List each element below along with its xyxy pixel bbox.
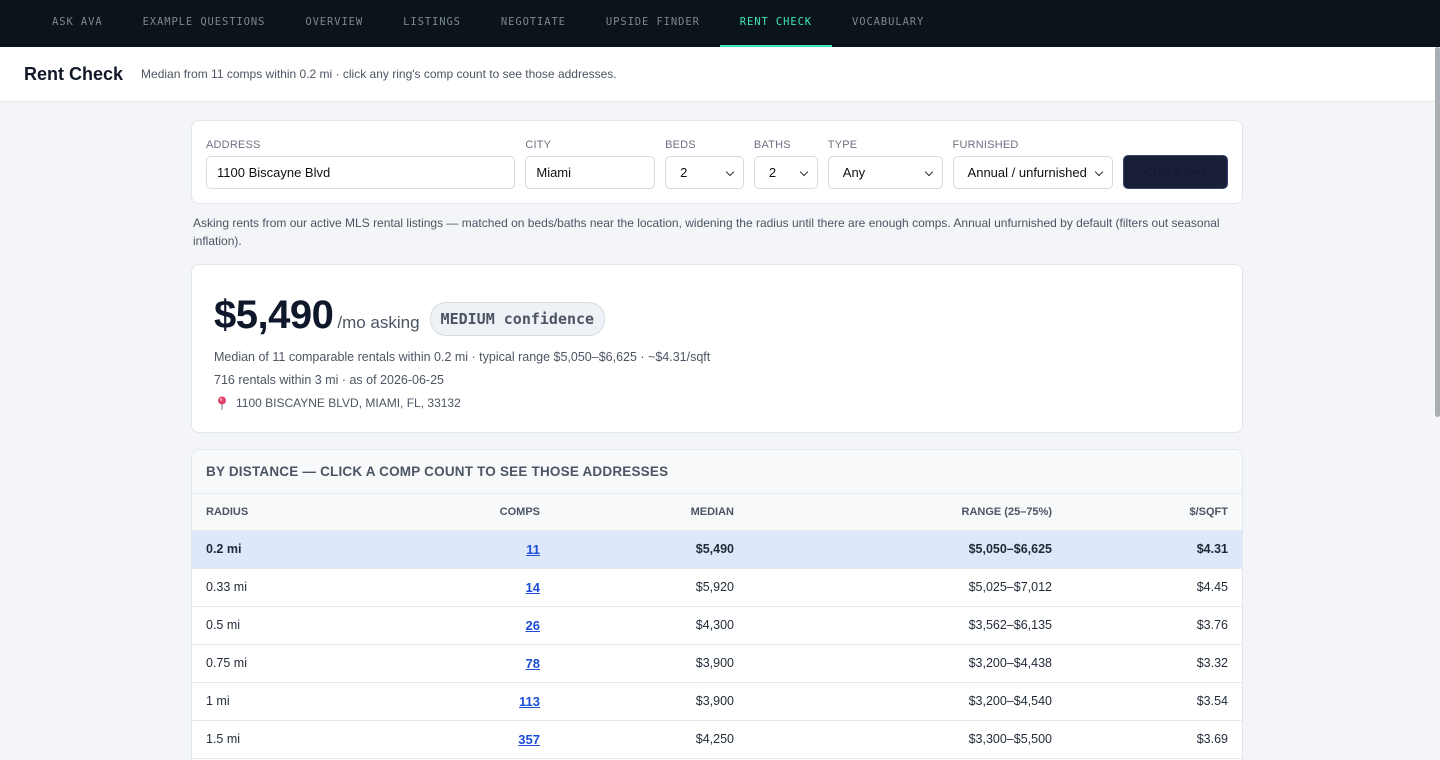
comps-count-link[interactable]: 357 — [518, 732, 540, 747]
tab-rent-check[interactable]: RENT CHECK — [719, 0, 833, 47]
range-cell: $3,562–$6,135 — [748, 606, 1066, 645]
table-row: 0.33 mi 14 $5,920 $5,025–$7,012 $4.45 — [192, 568, 1242, 607]
radius-cell: 0.5 mi — [192, 606, 392, 645]
col-median-header: MEDIAN — [554, 494, 748, 531]
tab-negotiate[interactable]: NEGOTIATE — [481, 0, 586, 44]
city-input[interactable]: Miami — [525, 156, 656, 189]
median-cell: $5,920 — [554, 568, 748, 607]
result-inventory: 716 rentals within 3 mi · as of 2026-06-… — [214, 373, 444, 387]
beds-label: BEDS — [665, 139, 696, 151]
col-range-header: RANGE (25–75%) — [748, 494, 1066, 531]
comps-count-link[interactable]: 26 — [526, 618, 540, 633]
comps-count-link[interactable]: 11 — [526, 542, 540, 557]
range-cell: $3,200–$4,438 — [748, 644, 1066, 683]
address-field-group: ADDRESS 1100 Biscayne Blvd — [206, 139, 516, 189]
rent-check-form: ADDRESS 1100 Biscayne Blvd CITY Miami BE… — [191, 120, 1243, 204]
range-cell: $5,025–$7,012 — [748, 568, 1066, 607]
furnished-field-group: FURNISHED Annual / unfurnished — [952, 139, 1114, 189]
comps-cell: 78 — [392, 644, 554, 683]
comps-count-link[interactable]: 14 — [526, 580, 540, 595]
median-cell: $4,300 — [554, 606, 748, 645]
page-scrollbar[interactable] — [1435, 47, 1440, 417]
distance-table: RADIUS COMPS MEDIAN RANGE (25–75%) $/SQF… — [192, 494, 1242, 759]
table-row: 0.5 mi 26 $4,300 $3,562–$6,135 $3.76 — [192, 606, 1242, 645]
tab-ask-ava[interactable]: ASK AVA — [32, 0, 123, 44]
comps-cell: 11 — [392, 530, 554, 569]
table-title: BY DISTANCE — CLICK A COMP COUNT TO SEE … — [192, 450, 1242, 494]
range-cell: $3,200–$4,540 — [748, 682, 1066, 721]
psf-cell: $3.54 — [1066, 682, 1242, 721]
psf-cell: $4.31 — [1066, 530, 1242, 569]
median-cell: $5,490 — [554, 530, 748, 569]
median-cell: $4,250 — [554, 720, 748, 759]
address-input[interactable]: 1100 Biscayne Blvd — [206, 156, 516, 189]
result-card: $5,490 /mo asking MEDIUM confidence Medi… — [191, 264, 1243, 433]
confidence-badge: MEDIUM confidence — [429, 302, 606, 336]
price-row: $5,490 /mo asking MEDIUM confidence — [214, 293, 1220, 340]
type-label: TYPE — [827, 139, 858, 151]
table-row: 1 mi 113 $3,900 $3,200–$4,540 $3.54 — [192, 682, 1242, 721]
rent-per-label: /mo asking — [337, 313, 420, 332]
page-title: Rent Check — [24, 63, 124, 84]
beds-field-group: BEDS 2 — [665, 139, 744, 189]
table-row: 0.2 mi 11 $5,490 $5,050–$6,625 $4.31 — [192, 530, 1242, 569]
median-cell: $3,900 — [554, 644, 748, 683]
result-location: 1100 BISCAYNE BLVD, MIAMI, FL, 33132 — [214, 396, 1220, 410]
distance-table-card: BY DISTANCE — CLICK A COMP COUNT TO SEE … — [191, 449, 1243, 760]
psf-cell: $3.76 — [1066, 606, 1242, 645]
baths-label: BATHS — [753, 139, 791, 151]
type-select[interactable]: Any — [827, 156, 943, 189]
page-subtitle: Median from 11 comps within 0.2 mi · cli… — [141, 67, 617, 81]
rent-price: $5,490 — [214, 293, 334, 337]
median-cell: $3,900 — [554, 682, 748, 721]
psf-cell: $4.45 — [1066, 568, 1242, 607]
comps-count-link[interactable]: 78 — [526, 656, 540, 671]
comps-cell: 357 — [392, 720, 554, 759]
psf-cell: $3.69 — [1066, 720, 1242, 759]
radius-cell: 0.75 mi — [192, 644, 392, 683]
address-label: ADDRESS — [206, 139, 261, 151]
tab-upside-finder[interactable]: UPSIDE FINDER — [586, 0, 720, 44]
result-summary: Median of 11 comparable rentals within 0… — [214, 350, 711, 364]
table-row: 0.75 mi 78 $3,900 $3,200–$4,438 $3.32 — [192, 644, 1242, 683]
radius-cell: 1.5 mi — [192, 720, 392, 759]
range-cell: $5,050–$6,625 — [748, 530, 1066, 569]
map-pin-icon — [218, 396, 226, 410]
tab-example-questions[interactable]: EXAMPLE QUESTIONS — [123, 0, 286, 44]
table-row: 1.5 mi 357 $4,250 $3,300–$5,500 $3.69 — [192, 720, 1242, 759]
radius-cell: 0.2 mi — [192, 530, 392, 569]
page-header: Rent Check Median from 11 comps within 0… — [0, 47, 1440, 102]
furnished-label: FURNISHED — [952, 139, 1019, 151]
check-rent-button[interactable]: Check rent — [1123, 155, 1228, 189]
type-field-group: TYPE Any — [827, 139, 943, 189]
table-header-row: RADIUS COMPS MEDIAN RANGE (25–75%) $/SQF… — [192, 494, 1242, 531]
tab-listings[interactable]: LISTINGS — [383, 0, 481, 44]
beds-select[interactable]: 2 — [665, 156, 744, 189]
city-field-group: CITY Miami — [525, 139, 656, 189]
furnished-select[interactable]: Annual / unfurnished — [952, 156, 1114, 189]
tab-overview[interactable]: OVERVIEW — [285, 0, 383, 44]
col-radius-header: RADIUS — [192, 494, 392, 531]
comps-cell: 113 — [392, 682, 554, 721]
radius-cell: 1 mi — [192, 682, 392, 721]
col-psf-header: $/SQFT — [1066, 494, 1242, 531]
methodology-note: Asking rents from our active MLS rental … — [193, 216, 1220, 248]
baths-field-group: BATHS 2 — [753, 139, 818, 189]
tab-vocabulary[interactable]: VOCABULARY — [832, 0, 944, 44]
range-cell: $3,300–$5,500 — [748, 720, 1066, 759]
comps-cell: 14 — [392, 568, 554, 607]
city-label: CITY — [525, 139, 552, 151]
baths-select[interactable]: 2 — [753, 156, 818, 189]
psf-cell: $3.32 — [1066, 644, 1242, 683]
location-text: 1100 BISCAYNE BLVD, MIAMI, FL, 33132 — [236, 396, 461, 410]
comps-count-link[interactable]: 113 — [519, 694, 540, 709]
comps-cell: 26 — [392, 606, 554, 645]
col-comps-header: COMPS — [392, 494, 554, 531]
radius-cell: 0.33 mi — [192, 568, 392, 607]
top-nav: ASK AVA EXAMPLE QUESTIONS OVERVIEW LISTI… — [0, 0, 1440, 47]
